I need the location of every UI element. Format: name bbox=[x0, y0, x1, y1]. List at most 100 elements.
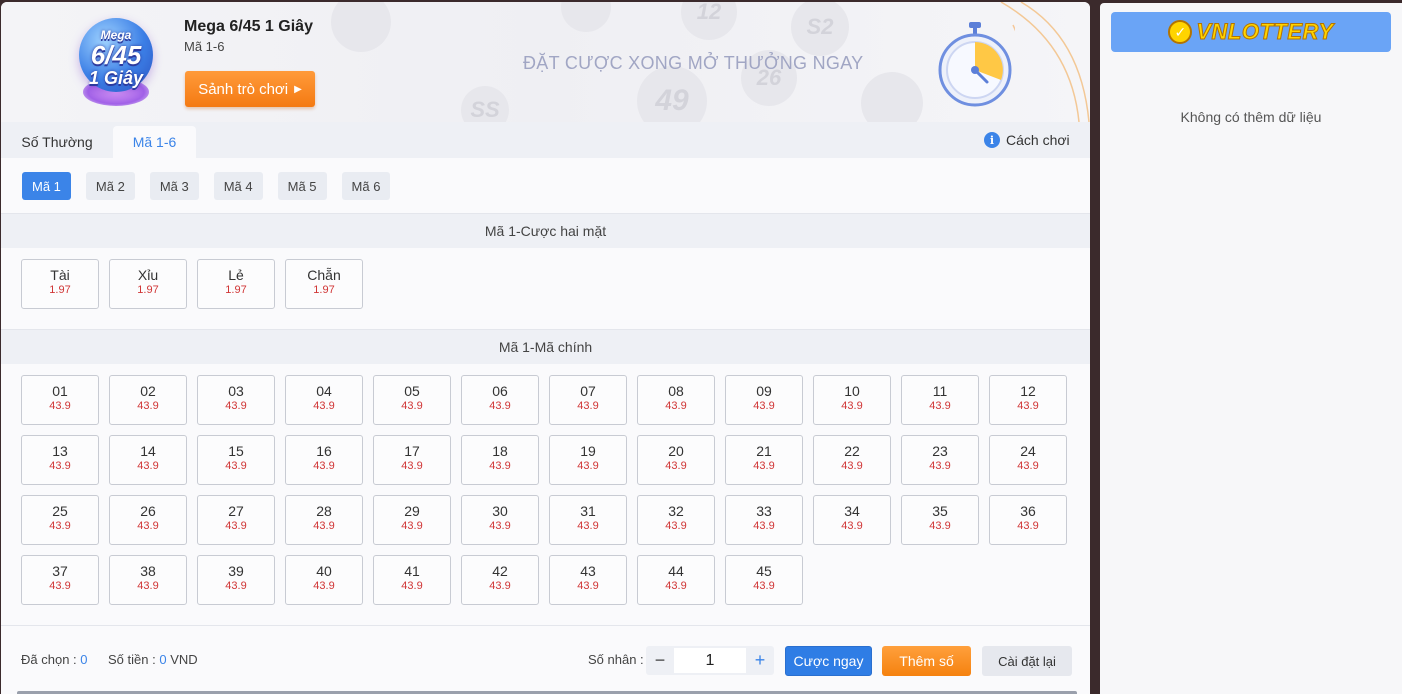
number-label: 03 bbox=[228, 383, 244, 399]
number-cell-19[interactable]: 19 43.9 bbox=[549, 435, 627, 485]
option-odds: 1.97 bbox=[313, 284, 335, 296]
lobby-button[interactable]: Sảnh trò chơi ▶ bbox=[185, 71, 315, 107]
currency: VND bbox=[170, 652, 198, 667]
number-cell-35[interactable]: 35 43.9 bbox=[901, 495, 979, 545]
multiplier-input[interactable]: 1 bbox=[674, 648, 746, 673]
code-subtabs: Mã 1 Mã 2 Mã 3 Mã 4 Mã 5 Mã 6 bbox=[22, 172, 391, 200]
subtab-ma-2[interactable]: Mã 2 bbox=[85, 172, 135, 200]
number-cell-14[interactable]: 14 43.9 bbox=[109, 435, 187, 485]
number-cell-42[interactable]: 42 43.9 bbox=[461, 555, 539, 605]
number-cell-33[interactable]: 33 43.9 bbox=[725, 495, 803, 545]
number-cell-45[interactable]: 45 43.9 bbox=[725, 555, 803, 605]
number-label: 23 bbox=[932, 443, 948, 459]
subtab-ma-5[interactable]: Mã 5 bbox=[277, 172, 327, 200]
bet-option-chan[interactable]: Chẵn 1.97 bbox=[285, 259, 363, 309]
number-cell-24[interactable]: 24 43.9 bbox=[989, 435, 1067, 485]
number-label: 12 bbox=[1020, 383, 1036, 399]
number-cell-31[interactable]: 31 43.9 bbox=[549, 495, 627, 545]
number-cell-13[interactable]: 13 43.9 bbox=[21, 435, 99, 485]
subtab-ma-6[interactable]: Mã 6 bbox=[341, 172, 391, 200]
number-cell-36[interactable]: 36 43.9 bbox=[989, 495, 1067, 545]
number-cell-30[interactable]: 30 43.9 bbox=[461, 495, 539, 545]
game-logo: Mega 6/45 1 Giây bbox=[73, 16, 159, 108]
number-label: 36 bbox=[1020, 503, 1036, 519]
number-cell-23[interactable]: 23 43.9 bbox=[901, 435, 979, 485]
number-odds: 43.9 bbox=[49, 460, 71, 472]
number-label: 41 bbox=[404, 563, 420, 579]
number-cell-15[interactable]: 15 43.9 bbox=[197, 435, 275, 485]
number-cell-21[interactable]: 21 43.9 bbox=[725, 435, 803, 485]
number-cell-39[interactable]: 39 43.9 bbox=[197, 555, 275, 605]
mode-tabs: Số Thường Mã 1-6 bbox=[1, 122, 1090, 158]
number-cell-02[interactable]: 02 43.9 bbox=[109, 375, 187, 425]
number-cell-27[interactable]: 27 43.9 bbox=[197, 495, 275, 545]
number-odds: 43.9 bbox=[665, 580, 687, 592]
how-to-play-label: Cách chơi bbox=[1006, 132, 1070, 148]
bet-now-button[interactable]: Cược ngay bbox=[785, 646, 872, 676]
number-cell-28[interactable]: 28 43.9 bbox=[285, 495, 363, 545]
option-label: Xỉu bbox=[137, 267, 159, 283]
number-label: 40 bbox=[316, 563, 332, 579]
number-odds: 43.9 bbox=[137, 520, 159, 532]
number-label: 34 bbox=[844, 503, 860, 519]
number-cell-09[interactable]: 09 43.9 bbox=[725, 375, 803, 425]
number-label: 31 bbox=[580, 503, 596, 519]
number-label: 27 bbox=[228, 503, 244, 519]
subtab-ma-4[interactable]: Mã 4 bbox=[213, 172, 263, 200]
number-cell-03[interactable]: 03 43.9 bbox=[197, 375, 275, 425]
number-cell-06[interactable]: 06 43.9 bbox=[461, 375, 539, 425]
bg-ball bbox=[331, 2, 391, 52]
number-cell-04[interactable]: 04 43.9 bbox=[285, 375, 363, 425]
number-cell-41[interactable]: 41 43.9 bbox=[373, 555, 451, 605]
reset-button[interactable]: Cài đặt lại bbox=[982, 646, 1072, 676]
minus-icon[interactable]: − bbox=[646, 646, 674, 675]
number-cell-32[interactable]: 32 43.9 bbox=[637, 495, 715, 545]
number-cell-38[interactable]: 38 43.9 bbox=[109, 555, 187, 605]
number-cell-37[interactable]: 37 43.9 bbox=[21, 555, 99, 605]
number-cell-11[interactable]: 11 43.9 bbox=[901, 375, 979, 425]
number-odds: 43.9 bbox=[225, 400, 247, 412]
add-number-button[interactable]: Thêm số bbox=[882, 646, 971, 676]
number-cell-07[interactable]: 07 43.9 bbox=[549, 375, 627, 425]
tab-ma-1-6[interactable]: Mã 1-6 bbox=[113, 126, 196, 158]
bet-option-le[interactable]: Lẻ 1.97 bbox=[197, 259, 275, 309]
vnlottery-button[interactable]: ✓ VNLOTTERY bbox=[1111, 12, 1391, 52]
subtab-ma-3[interactable]: Mã 3 bbox=[149, 172, 199, 200]
game-header: 12 S2 49 SS 26 Mega 6/45 1 Giây Mega 6/4… bbox=[1, 2, 1090, 122]
number-label: 11 bbox=[932, 383, 948, 399]
selected-count: Đã chọn : 0 bbox=[21, 652, 88, 667]
number-odds: 43.9 bbox=[401, 400, 423, 412]
number-odds: 43.9 bbox=[401, 460, 423, 472]
number-label: 25 bbox=[52, 503, 68, 519]
option-odds: 1.97 bbox=[49, 284, 71, 296]
number-cell-20[interactable]: 20 43.9 bbox=[637, 435, 715, 485]
tab-regular[interactable]: Số Thường bbox=[1, 126, 113, 158]
number-cell-44[interactable]: 44 43.9 bbox=[637, 555, 715, 605]
number-cell-05[interactable]: 05 43.9 bbox=[373, 375, 451, 425]
number-cell-25[interactable]: 25 43.9 bbox=[21, 495, 99, 545]
number-cell-43[interactable]: 43 43.9 bbox=[549, 555, 627, 605]
number-cell-29[interactable]: 29 43.9 bbox=[373, 495, 451, 545]
number-cell-12[interactable]: 12 43.9 bbox=[989, 375, 1067, 425]
how-to-play-link[interactable]: i Cách chơi bbox=[984, 132, 1070, 148]
number-cell-22[interactable]: 22 43.9 bbox=[813, 435, 891, 485]
subtab-ma-1[interactable]: Mã 1 bbox=[22, 172, 71, 200]
number-cell-26[interactable]: 26 43.9 bbox=[109, 495, 187, 545]
number-cell-18[interactable]: 18 43.9 bbox=[461, 435, 539, 485]
logo-line2: 6/45 bbox=[90, 40, 142, 70]
multiplier-label: Số nhân : bbox=[588, 652, 644, 667]
number-cell-08[interactable]: 08 43.9 bbox=[637, 375, 715, 425]
number-cell-16[interactable]: 16 43.9 bbox=[285, 435, 363, 485]
number-odds: 43.9 bbox=[753, 580, 775, 592]
number-cell-40[interactable]: 40 43.9 bbox=[285, 555, 363, 605]
plus-icon[interactable]: + bbox=[746, 646, 774, 675]
number-label: 45 bbox=[756, 563, 772, 579]
bg-ball-text: SS bbox=[470, 97, 500, 122]
bet-option-xiu[interactable]: Xỉu 1.97 bbox=[109, 259, 187, 309]
number-cell-10[interactable]: 10 43.9 bbox=[813, 375, 891, 425]
number-cell-17[interactable]: 17 43.9 bbox=[373, 435, 451, 485]
number-odds: 43.9 bbox=[753, 520, 775, 532]
bet-option-tai[interactable]: Tài 1.97 bbox=[21, 259, 99, 309]
number-cell-01[interactable]: 01 43.9 bbox=[21, 375, 99, 425]
number-cell-34[interactable]: 34 43.9 bbox=[813, 495, 891, 545]
